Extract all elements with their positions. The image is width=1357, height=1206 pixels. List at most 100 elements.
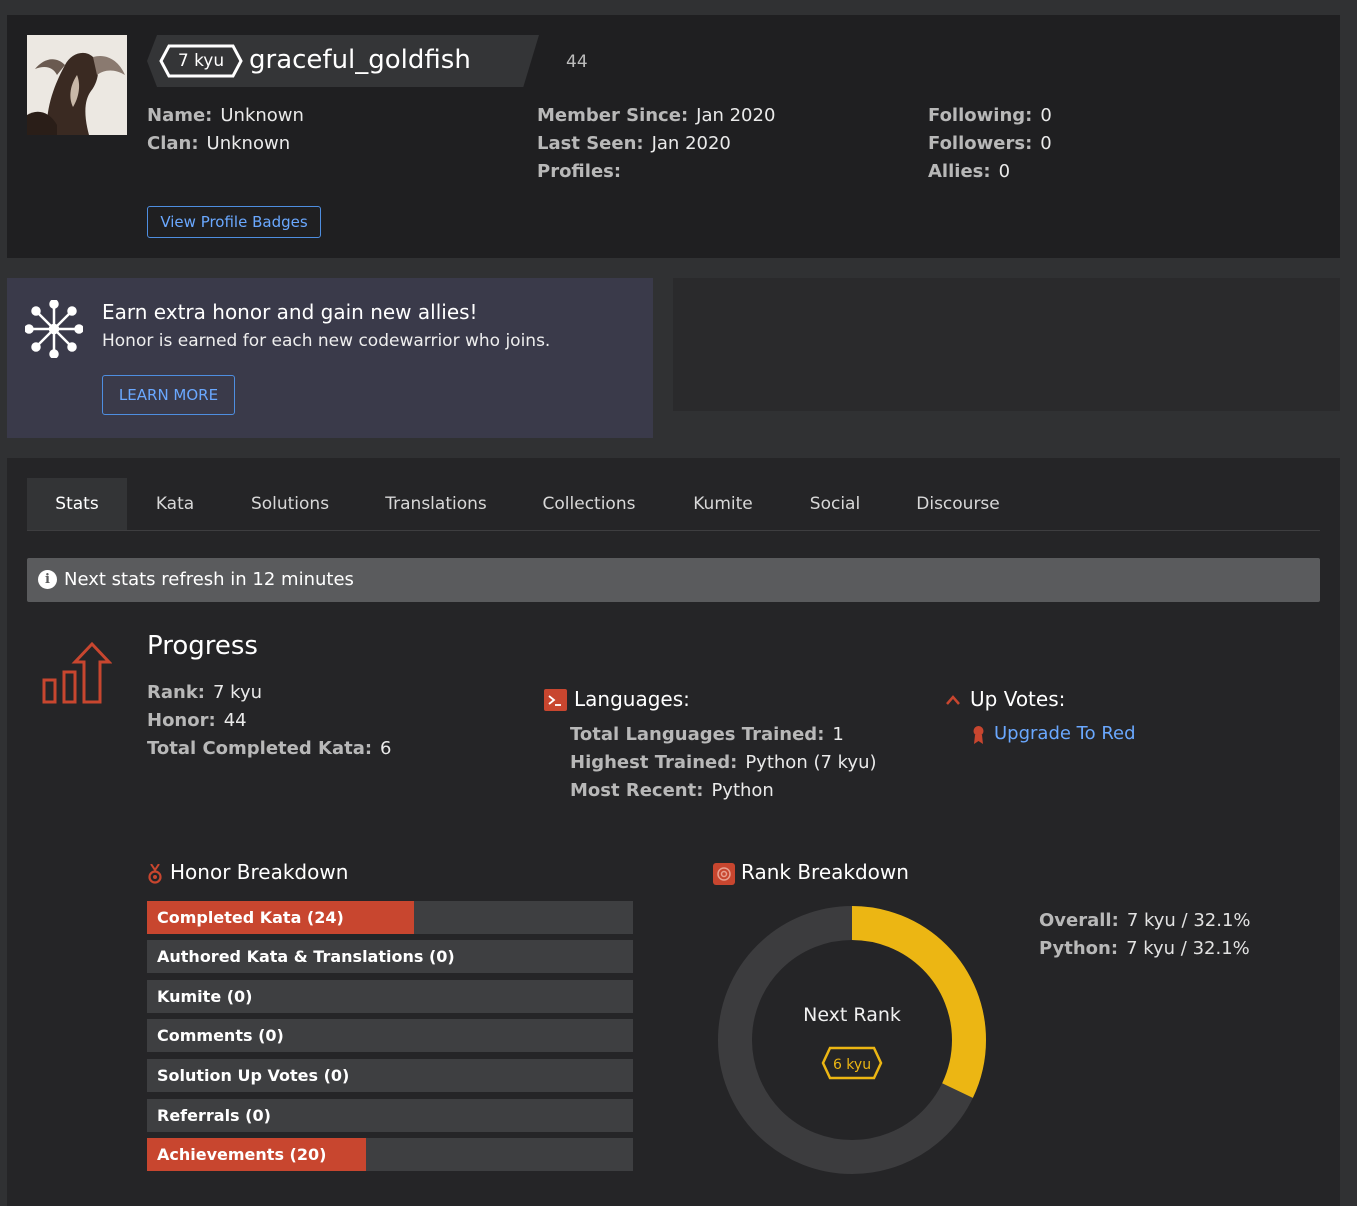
info-value: Unknown <box>206 133 291 154</box>
learn-more-button[interactable]: LEARN MORE <box>102 375 235 415</box>
info-label: Highest Trained: <box>570 752 738 773</box>
tab-bar: Stats Kata Solutions Translations Collec… <box>27 478 1320 531</box>
languages-total-row: Total Languages Trained: 1 <box>570 721 877 749</box>
info-label: Allies: <box>928 161 991 182</box>
honor-bar-achievements: Achievements (20) <box>147 1138 633 1171</box>
info-value: 6 <box>380 738 392 759</box>
honor-bar-label: Comments (0) <box>157 1026 284 1045</box>
notice-text: Next stats refresh in 12 minutes <box>64 569 354 590</box>
side-panel <box>673 278 1340 411</box>
honor-bar-label: Kumite (0) <box>157 987 253 1006</box>
honor-bar-label: Achievements (20) <box>157 1145 327 1164</box>
info-label: Total Completed Kata: <box>147 738 373 759</box>
member-since-row: Member Since: Jan 2020 <box>537 102 775 130</box>
info-value: 44 <box>223 710 247 731</box>
info-label: Most Recent: <box>570 780 704 801</box>
info-value: 0 <box>1040 133 1052 154</box>
followers-row[interactable]: Followers: 0 <box>928 130 1052 158</box>
languages-highest-row: Highest Trained: Python (7 kyu) <box>570 749 877 777</box>
banner-subtitle: Honor is earned for each new codewarrior… <box>102 331 551 351</box>
medal-icon <box>148 863 162 888</box>
honor-count: 44 <box>566 52 588 72</box>
next-rank-label: Next Rank <box>803 1004 901 1026</box>
profile-info-col-3: Following: 0 Followers: 0 Allies: 0 <box>928 102 1052 186</box>
info-label: Name: <box>147 105 213 126</box>
honor-breakdown-title: Honor Breakdown <box>170 860 349 884</box>
info-value: Jan 2020 <box>696 105 776 126</box>
following-row[interactable]: Following: 0 <box>928 102 1052 130</box>
main-panel: Stats Kata Solutions Translations Collec… <box>7 458 1340 1206</box>
progress-chart-icon <box>42 640 113 705</box>
honor-bar-authored: Authored Kata & Translations (0) <box>147 940 633 973</box>
progress-honor-row: Honor: 44 <box>147 707 392 735</box>
honor-bar-completed-kata: Completed Kata (24) <box>147 901 633 934</box>
tab-translations[interactable]: Translations <box>375 478 497 530</box>
view-profile-badges-button[interactable]: View Profile Badges <box>147 206 321 238</box>
last-seen-row: Last Seen: Jan 2020 <box>537 130 775 158</box>
info-value: 7 kyu / 32.1% <box>1126 910 1251 931</box>
stats-refresh-notice: i Next stats refresh in 12 minutes <box>27 558 1320 602</box>
info-value: Python <box>711 780 774 801</box>
info-label: Honor: <box>147 710 216 731</box>
honor-bar-referrals: Referrals (0) <box>147 1099 633 1132</box>
rank-badge-label: 7 kyu <box>177 51 225 71</box>
profile-info-col-2: Member Since: Jan 2020 Last Seen: Jan 2020… <box>537 102 775 186</box>
info-label: Python: <box>1039 938 1119 959</box>
rank-details: Overall: 7 kyu / 32.1% Python: 7 kyu / 32.… <box>1039 907 1251 963</box>
rank-target-icon <box>713 863 735 889</box>
tab-stats[interactable]: Stats <box>27 478 127 530</box>
terminal-icon <box>544 689 567 715</box>
honor-bar-kumite: Kumite (0) <box>147 980 633 1013</box>
honor-bar-label: Completed Kata (24) <box>157 908 344 927</box>
upvotes-title: Up Votes: <box>970 687 1066 711</box>
tab-kumite[interactable]: Kumite <box>682 478 764 530</box>
info-value: Python (7 kyu) <box>745 752 877 773</box>
languages-details: Total Languages Trained: 1 Highest Traine… <box>570 721 877 805</box>
rank-python-row: Python: 7 kyu / 32.1% <box>1039 935 1251 963</box>
info-label: Last Seen: <box>537 133 644 154</box>
rank-overall-row: Overall: 7 kyu / 32.1% <box>1039 907 1251 935</box>
info-label: Total Languages Trained: <box>570 724 825 745</box>
info-label: Profiles: <box>537 161 622 182</box>
banner-title: Earn extra honor and gain new allies! <box>102 300 478 324</box>
info-value: Jan 2020 <box>651 133 731 154</box>
rank-badge: 7 kyu <box>159 44 243 78</box>
next-rank-value: 6 kyu <box>833 1057 871 1073</box>
profiles-row: Profiles: <box>537 158 775 186</box>
username: graceful_goldfish <box>249 45 471 75</box>
info-label: Overall: <box>1039 910 1119 931</box>
info-value: Unknown <box>220 105 304 126</box>
tab-discourse[interactable]: Discourse <box>905 478 1011 530</box>
upgrade-to-red-link[interactable]: Upgrade To Red <box>994 723 1136 744</box>
rank-breakdown-title: Rank Breakdown <box>741 860 909 884</box>
info-value: 7 kyu / 32.1% <box>1126 938 1250 959</box>
tab-social[interactable]: Social <box>798 478 872 530</box>
info-value: 7 kyu <box>213 682 263 703</box>
tab-solutions[interactable]: Solutions <box>239 478 341 530</box>
honor-bar-label: Solution Up Votes (0) <box>157 1066 350 1085</box>
info-label: Following: <box>928 105 1033 126</box>
honor-bar-comments: Comments (0) <box>147 1019 633 1052</box>
progress-kata-row: Total Completed Kata: 6 <box>147 735 392 763</box>
progress-title: Progress <box>147 631 258 661</box>
info-label: Rank: <box>147 682 205 703</box>
tab-kata[interactable]: Kata <box>139 478 211 530</box>
profile-name-row: Name: Unknown <box>147 102 304 130</box>
allies-row[interactable]: Allies: 0 <box>928 158 1052 186</box>
profile-card: 7 kyu graceful_goldfish 44 Name: Unknown … <box>7 15 1340 258</box>
languages-recent-row: Most Recent: Python <box>570 777 877 805</box>
honor-bar-label: Referrals (0) <box>157 1106 271 1125</box>
languages-title: Languages: <box>574 687 690 711</box>
referral-banner: Earn extra honor and gain new allies! Ho… <box>7 278 653 438</box>
info-value: 0 <box>998 161 1011 182</box>
chevron-up-icon <box>945 692 961 711</box>
profile-info-col-1: Name: Unknown Clan: Unknown <box>147 102 304 158</box>
ribbon-icon <box>972 725 985 749</box>
info-label: Member Since: <box>537 105 689 126</box>
info-value: 1 <box>832 724 844 745</box>
info-label: Clan: <box>147 133 199 154</box>
tab-collections[interactable]: Collections <box>532 478 646 530</box>
progress-details: Rank: 7 kyu Honor: 44 Total Completed Kata… <box>147 679 392 763</box>
avatar[interactable] <box>27 35 127 135</box>
honor-bar-solution-upvotes: Solution Up Votes (0) <box>147 1059 633 1092</box>
